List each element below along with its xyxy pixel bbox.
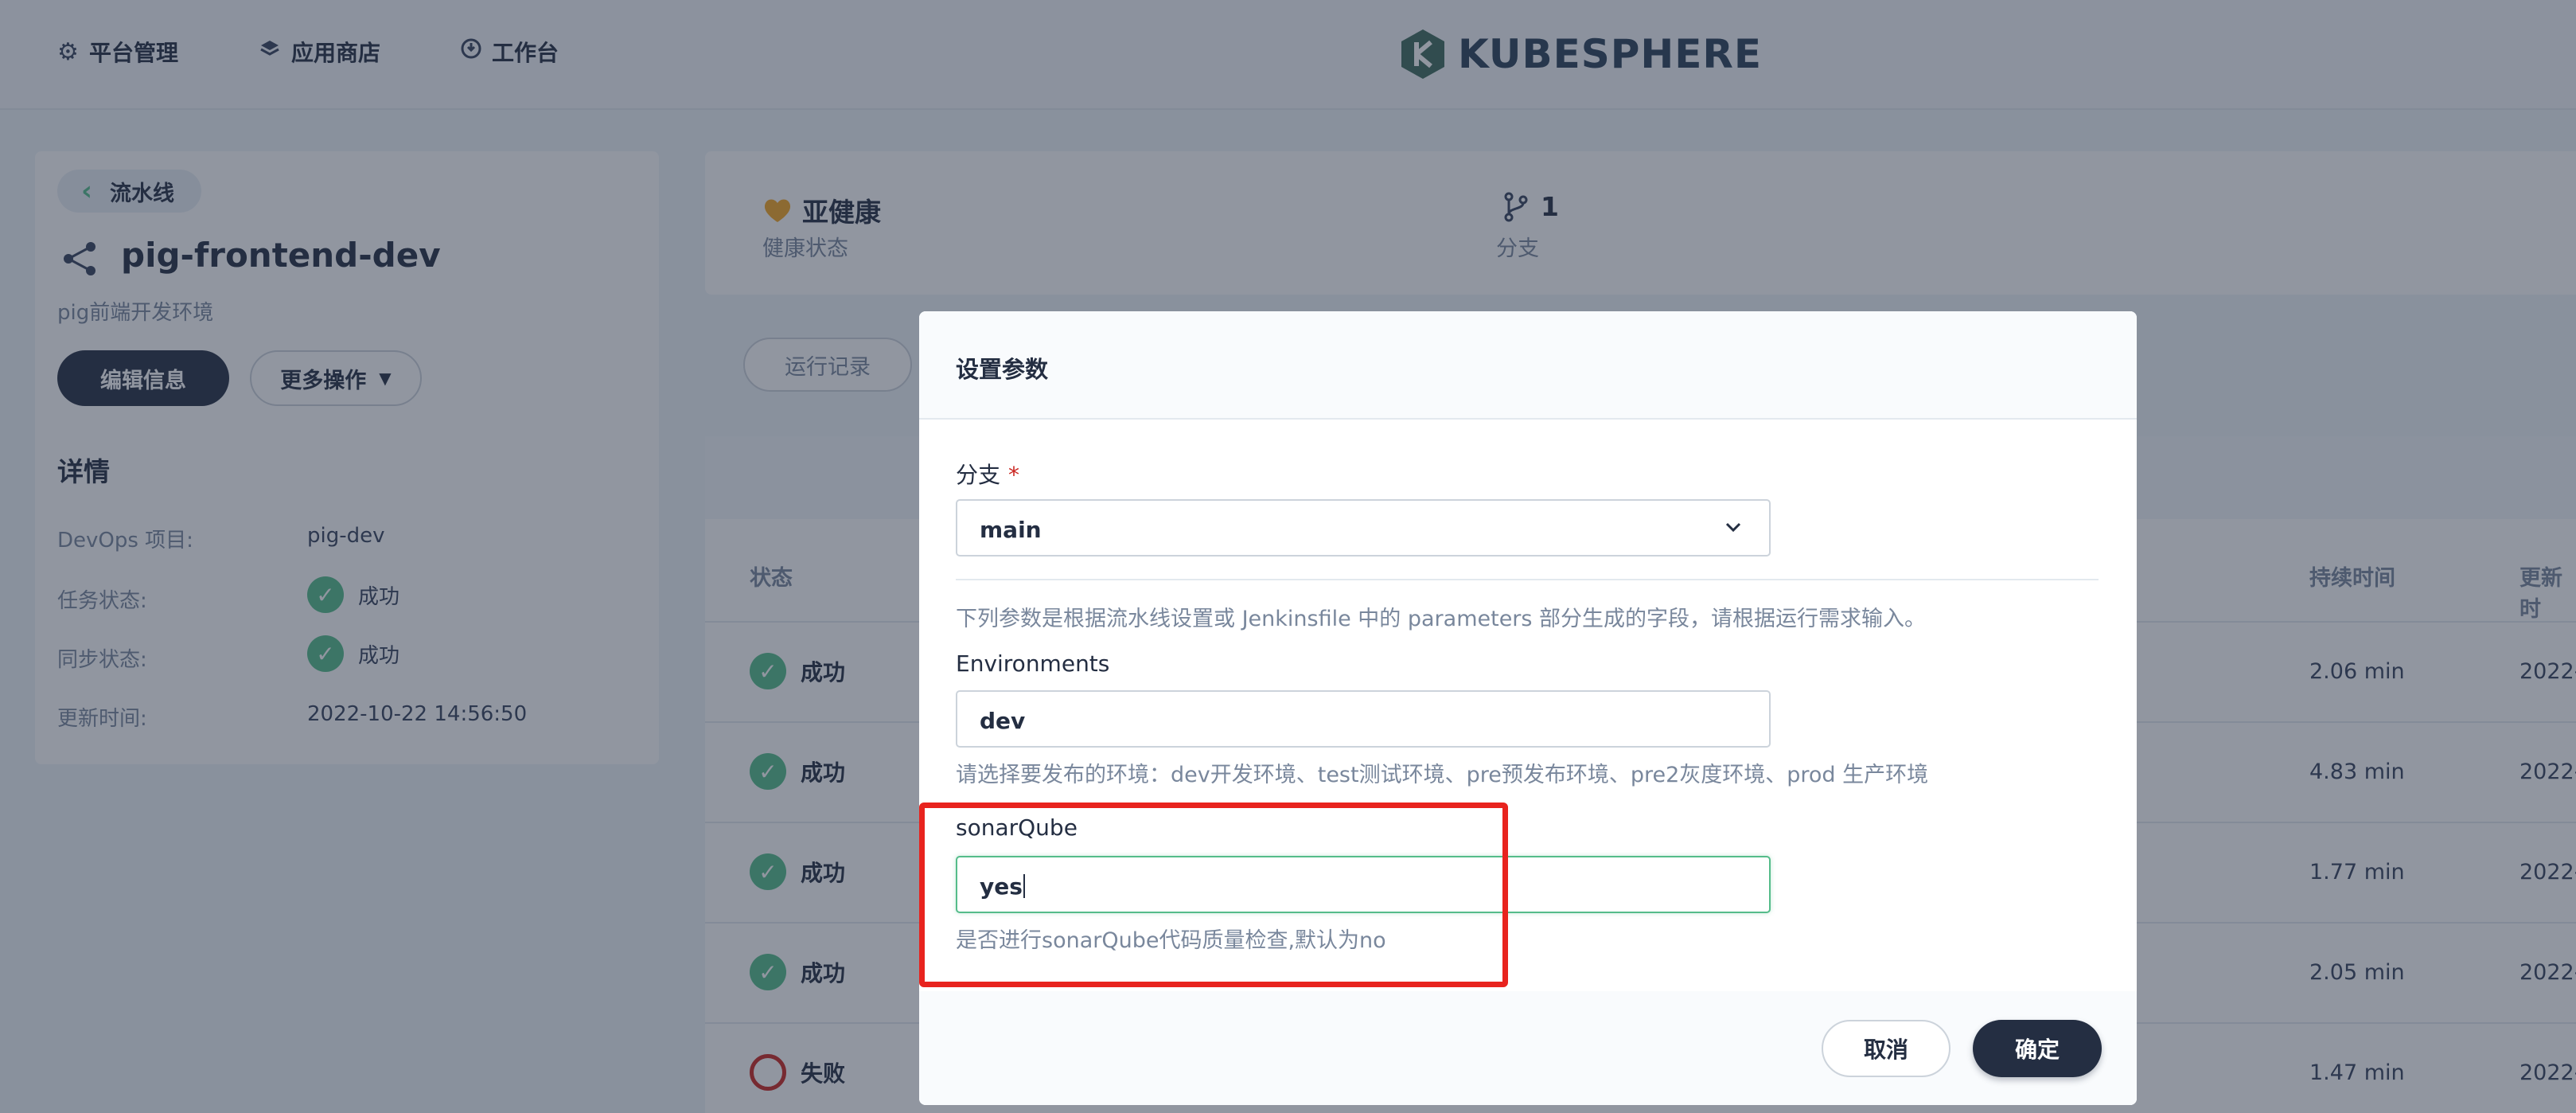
dialog-footer <box>919 991 2137 1105</box>
confirm-button[interactable]: 确定 <box>1973 1020 2102 1077</box>
dialog-title: 设置参数 <box>956 356 1049 383</box>
branch-select-value: main <box>980 517 1042 543</box>
environments-input[interactable]: dev <box>956 690 1771 748</box>
cancel-button[interactable]: 取消 <box>1822 1020 1951 1077</box>
branch-select[interactable]: main <box>956 499 1771 556</box>
highlight-annotation-box <box>919 803 1508 987</box>
chevron-down-icon <box>1725 522 1741 533</box>
required-mark: * <box>1008 462 1020 488</box>
parameters-description: 下列参数是根据流水线设置或 Jenkinsfile 中的 parameters … <box>956 607 1927 631</box>
branch-label-text: 分支 <box>956 462 1001 488</box>
branch-field-label: 分支 * <box>956 458 1019 490</box>
dialog-header: 设置参数 <box>919 311 2137 420</box>
environments-field-label: Environments <box>956 650 1110 677</box>
environments-input-value: dev <box>980 708 1026 734</box>
environments-help-text: 请选择要发布的环境：dev开发环境、test测试环境、pre预发布环境、pre2… <box>956 763 1929 787</box>
form-divider <box>956 579 2099 580</box>
